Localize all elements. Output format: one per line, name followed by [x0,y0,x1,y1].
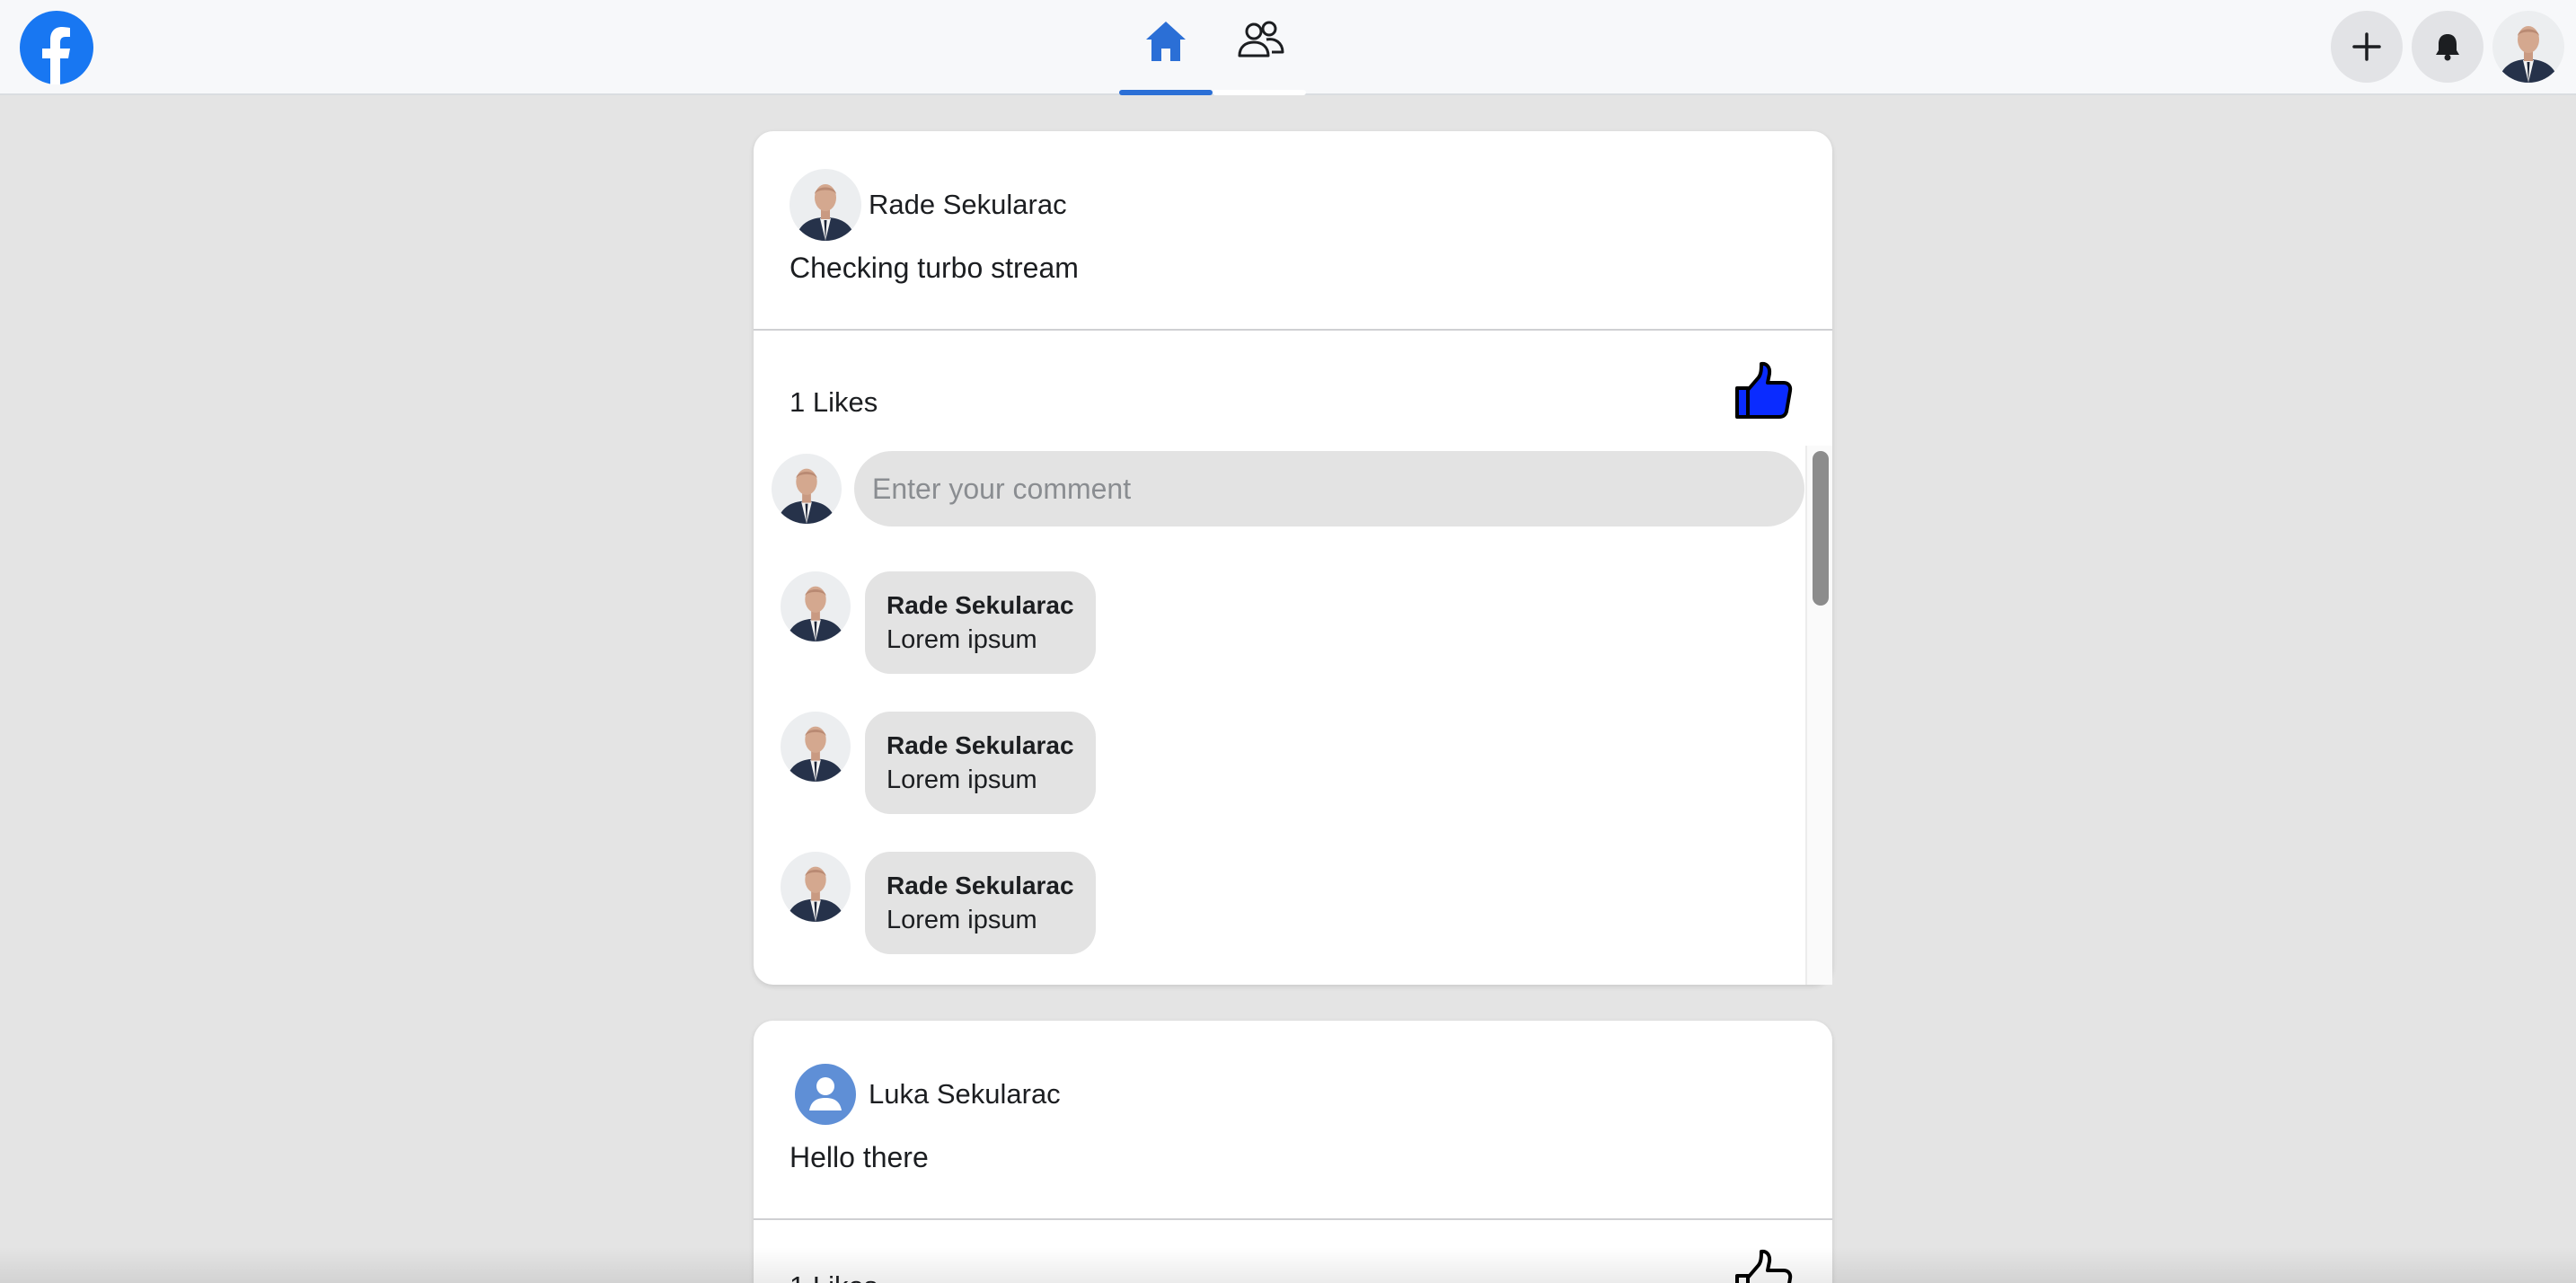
comment-text: Lorem ipsum [887,765,1037,794]
comment-text: Lorem ipsum [887,906,1037,934]
friends-icon [1238,21,1284,58]
notifications-button[interactable] [2412,11,2483,83]
comment-author[interactable]: Rade Sekularac [887,589,1074,622]
post-author-name[interactable]: Luka Sekularac [869,1078,1061,1110]
scrollbar-thumb[interactable] [1813,451,1829,606]
facebook-logo-icon[interactable] [20,11,93,84]
comment: Rade Sekularac Lorem ipsum [781,712,1096,814]
comment-author[interactable]: Rade Sekularac [887,730,1074,762]
avatar[interactable] [781,571,851,642]
top-navigation-bar [0,0,2576,95]
post-header: Rade Sekularac [790,169,1067,241]
thumbs-up-icon [1732,359,1795,422]
home-icon [1146,22,1186,61]
tab-friends[interactable] [1213,0,1306,95]
plus-icon [2352,32,2381,61]
divider [754,1218,1832,1220]
comment-input[interactable] [854,451,1804,526]
post-text: Hello there [790,1141,929,1173]
comment-bubble: Rade Sekularac Lorem ipsum [865,571,1096,674]
comment: Rade Sekularac Lorem ipsum [781,571,1096,674]
avatar[interactable] [781,852,851,922]
active-tab-indicator [1119,90,1213,95]
tab-home[interactable] [1119,0,1213,95]
divider [754,329,1832,331]
account-avatar[interactable] [2492,11,2564,83]
like-button[interactable] [1732,359,1795,422]
post-text: Checking turbo stream [790,252,1079,284]
likes-count: 1 Likes [790,386,878,418]
avatar[interactable] [790,169,861,241]
create-button[interactable] [2331,11,2403,83]
post-header: Luka Sekularac [790,1058,1061,1130]
comment-author[interactable]: Rade Sekularac [887,870,1074,902]
comment-bubble: Rade Sekularac Lorem ipsum [865,852,1096,954]
post-author-name[interactable]: Rade Sekularac [869,189,1067,221]
post-card: Rade Sekularac Checking turbo stream 1 L… [754,131,1832,985]
comment: Rade Sekularac Lorem ipsum [781,852,1096,954]
comment-text: Lorem ipsum [887,625,1037,654]
tab-indicator [1213,90,1306,95]
avatar [772,454,842,524]
comments-section: Rade Sekularac Lorem ipsum Rade Sekulara… [754,446,1832,985]
likes-count: 1 Likes [790,1270,878,1283]
post-card: Luka Sekularac Hello there 1 Likes [754,1021,1832,1283]
thumbs-up-icon [1732,1247,1795,1283]
comment-bubble: Rade Sekularac Lorem ipsum [865,712,1096,814]
like-button[interactable] [1732,1247,1795,1283]
avatar[interactable] [781,712,851,782]
comments-scrollbar[interactable] [1805,446,1832,985]
default-avatar-icon[interactable] [790,1058,861,1130]
bell-icon [2436,34,2459,61]
comment-composer [772,451,1804,526]
